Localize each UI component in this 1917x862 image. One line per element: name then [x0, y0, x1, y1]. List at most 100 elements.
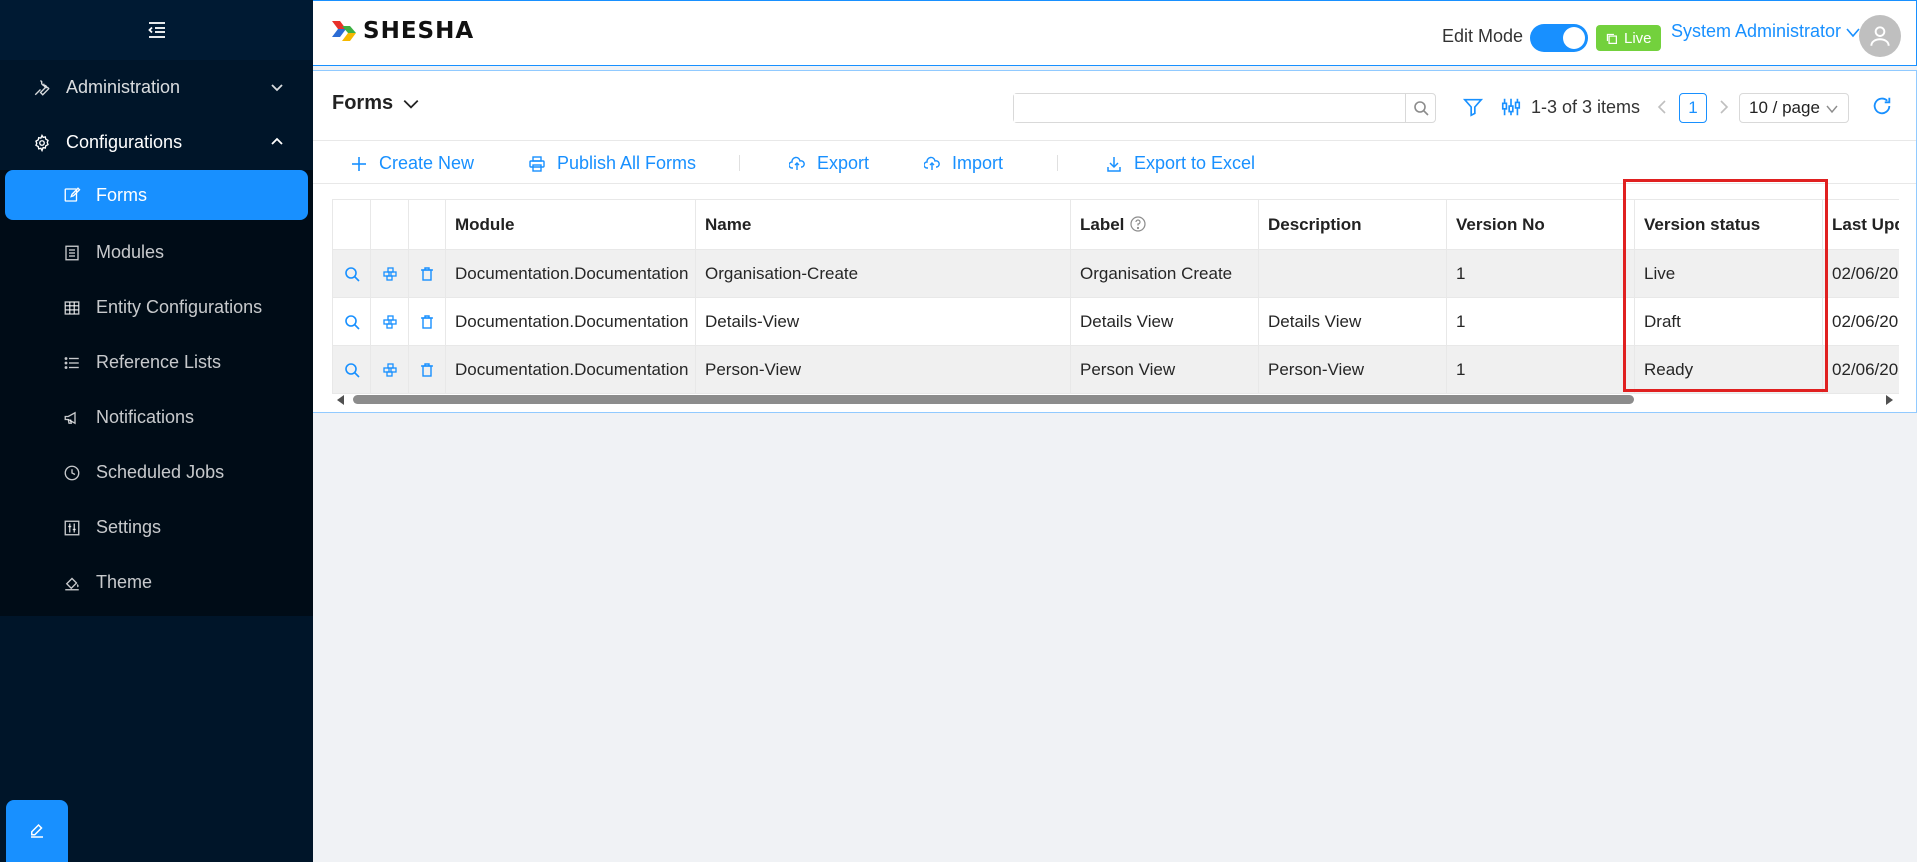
paint-bucket-icon	[62, 573, 82, 593]
logo-icon	[332, 21, 356, 41]
import-label: Import	[952, 153, 1004, 173]
view-action[interactable]	[332, 249, 371, 298]
pencil-icon	[31, 823, 43, 838]
search-icon	[344, 315, 360, 330]
sidebar-item-label: Settings	[96, 517, 162, 537]
cell-description: Details View	[1258, 297, 1447, 346]
column-header-action	[332, 199, 371, 250]
form-edit-icon	[62, 185, 82, 205]
column-header-label[interactable]: Label	[1070, 199, 1259, 250]
sidebar-item-label: Modules	[96, 242, 165, 262]
delete-action[interactable]	[408, 297, 446, 346]
sidebar-item-reference-lists[interactable]: Reference Lists	[0, 335, 313, 390]
refresh-icon[interactable]	[1871, 95, 1893, 117]
user-menu[interactable]: System Administrator	[1671, 21, 1861, 42]
sidebar-item-modules[interactable]: Modules	[0, 225, 313, 280]
sidebar: Administration Configurations Forms Modu…	[0, 0, 313, 862]
question-circle-icon[interactable]	[1130, 215, 1147, 232]
chevron-down-icon	[1826, 105, 1838, 114]
sidebar-item-settings[interactable]: Settings	[0, 500, 313, 555]
filter-icon[interactable]	[1462, 96, 1484, 118]
column-header-description[interactable]: Description	[1258, 199, 1447, 250]
blocks-icon	[382, 315, 397, 329]
cell-name: Organisation-Create	[695, 249, 1071, 298]
cell-label: Details View	[1070, 297, 1259, 346]
avatar[interactable]	[1859, 15, 1901, 57]
publish-all-forms-button[interactable]: Publish All Forms	[529, 153, 696, 174]
search-button[interactable]	[1405, 94, 1435, 122]
column-header-module[interactable]: Module	[445, 199, 696, 250]
top-header: SHESHA Edit Mode Live System Administrat…	[313, 0, 1917, 66]
chevron-down-icon	[403, 99, 419, 109]
sidebar-item-scheduled-jobs[interactable]: Scheduled Jobs	[0, 445, 313, 500]
column-header-name[interactable]: Name	[695, 199, 1071, 250]
page-size-value: 10 / page	[1749, 98, 1820, 117]
search-input[interactable]	[1014, 94, 1406, 122]
scroll-left-icon[interactable]	[336, 395, 346, 405]
table-grid-icon	[62, 298, 82, 318]
edit-configuration-button[interactable]	[6, 800, 68, 862]
chevron-left-icon[interactable]	[1655, 99, 1669, 115]
toolbar-divider	[739, 155, 740, 171]
view-action[interactable]	[332, 345, 371, 394]
edit-mode-toggle[interactable]	[1530, 24, 1588, 52]
horizontal-scrollbar[interactable]	[332, 392, 1898, 406]
clock-icon	[62, 463, 82, 483]
cell-label: Person View	[1070, 345, 1259, 394]
megaphone-icon	[62, 408, 82, 428]
designer-action[interactable]	[370, 345, 409, 394]
column-settings-icon[interactable]	[1500, 96, 1522, 118]
cell-module: Documentation.Documentation	[445, 345, 696, 394]
sidebar-item-configurations[interactable]: Configurations	[0, 115, 313, 170]
sidebar-item-administration[interactable]: Administration	[0, 60, 313, 115]
shesha-logo[interactable]: SHESHA	[329, 17, 474, 45]
cell-version-status: Ready	[1634, 345, 1823, 394]
delete-action[interactable]	[408, 345, 446, 394]
sidebar-item-theme[interactable]: Theme	[0, 555, 313, 610]
blocks-icon	[382, 267, 397, 281]
chevron-right-icon[interactable]	[1717, 99, 1731, 115]
live-status-badge[interactable]: Live	[1596, 25, 1661, 51]
page-title[interactable]: Forms	[332, 92, 420, 115]
search-box	[1013, 93, 1436, 123]
table-row: Documentation.Documentation Person-View …	[332, 345, 1899, 394]
sidebar-item-entity-configurations[interactable]: Entity Configurations	[0, 280, 313, 335]
delete-action[interactable]	[408, 249, 446, 298]
export-button[interactable]: Export	[789, 153, 869, 174]
configurations-submenu: Forms Modules Entity Configurations Refe…	[0, 170, 313, 616]
import-button[interactable]: Import	[924, 153, 1003, 174]
sidebar-item-label: Configurations	[66, 132, 183, 152]
plus-icon	[352, 156, 366, 171]
edit-mode-label: Edit Mode	[1442, 26, 1524, 46]
chevron-up-icon	[271, 137, 283, 145]
gear-icon	[32, 133, 52, 153]
column-header-version-status[interactable]: Version status	[1634, 199, 1823, 250]
scrollbar-thumb[interactable]	[353, 395, 1634, 404]
download-icon	[1107, 156, 1121, 172]
column-header-last-updated[interactable]: Last Upd	[1822, 199, 1899, 250]
column-header-label-text: Label	[1080, 214, 1125, 234]
copy-icon	[1606, 33, 1617, 44]
sidebar-item-label: Scheduled Jobs	[96, 462, 225, 482]
menu-collapse-icon[interactable]	[0, 0, 313, 60]
cell-last-updated: 02/06/20	[1822, 297, 1899, 346]
create-new-button[interactable]: Create New	[351, 153, 474, 174]
forms-toolbar: Create New Publish All Forms Export Impo…	[313, 141, 1916, 184]
sidebar-item-forms[interactable]: Forms	[5, 170, 308, 220]
pagination-count: 1-3 of 3 items	[1531, 97, 1641, 117]
trash-icon	[421, 315, 433, 329]
sidebar-item-notifications[interactable]: Notifications	[0, 390, 313, 445]
designer-action[interactable]	[370, 297, 409, 346]
cell-version-no: 1	[1446, 345, 1635, 394]
cloud-upload-icon	[924, 156, 940, 170]
scroll-right-icon[interactable]	[1884, 395, 1894, 405]
live-badge-label: Live	[1624, 29, 1652, 47]
sliders-icon	[62, 518, 82, 538]
page-size-select[interactable]: 10 / page	[1739, 93, 1849, 123]
view-action[interactable]	[332, 297, 371, 346]
column-header-version-no[interactable]: Version No	[1446, 199, 1635, 250]
designer-action[interactable]	[370, 249, 409, 298]
export-to-excel-button[interactable]: Export to Excel	[1106, 153, 1255, 174]
pagination-page-1[interactable]: 1	[1679, 93, 1707, 123]
logo-text: SHESHA	[363, 18, 475, 44]
